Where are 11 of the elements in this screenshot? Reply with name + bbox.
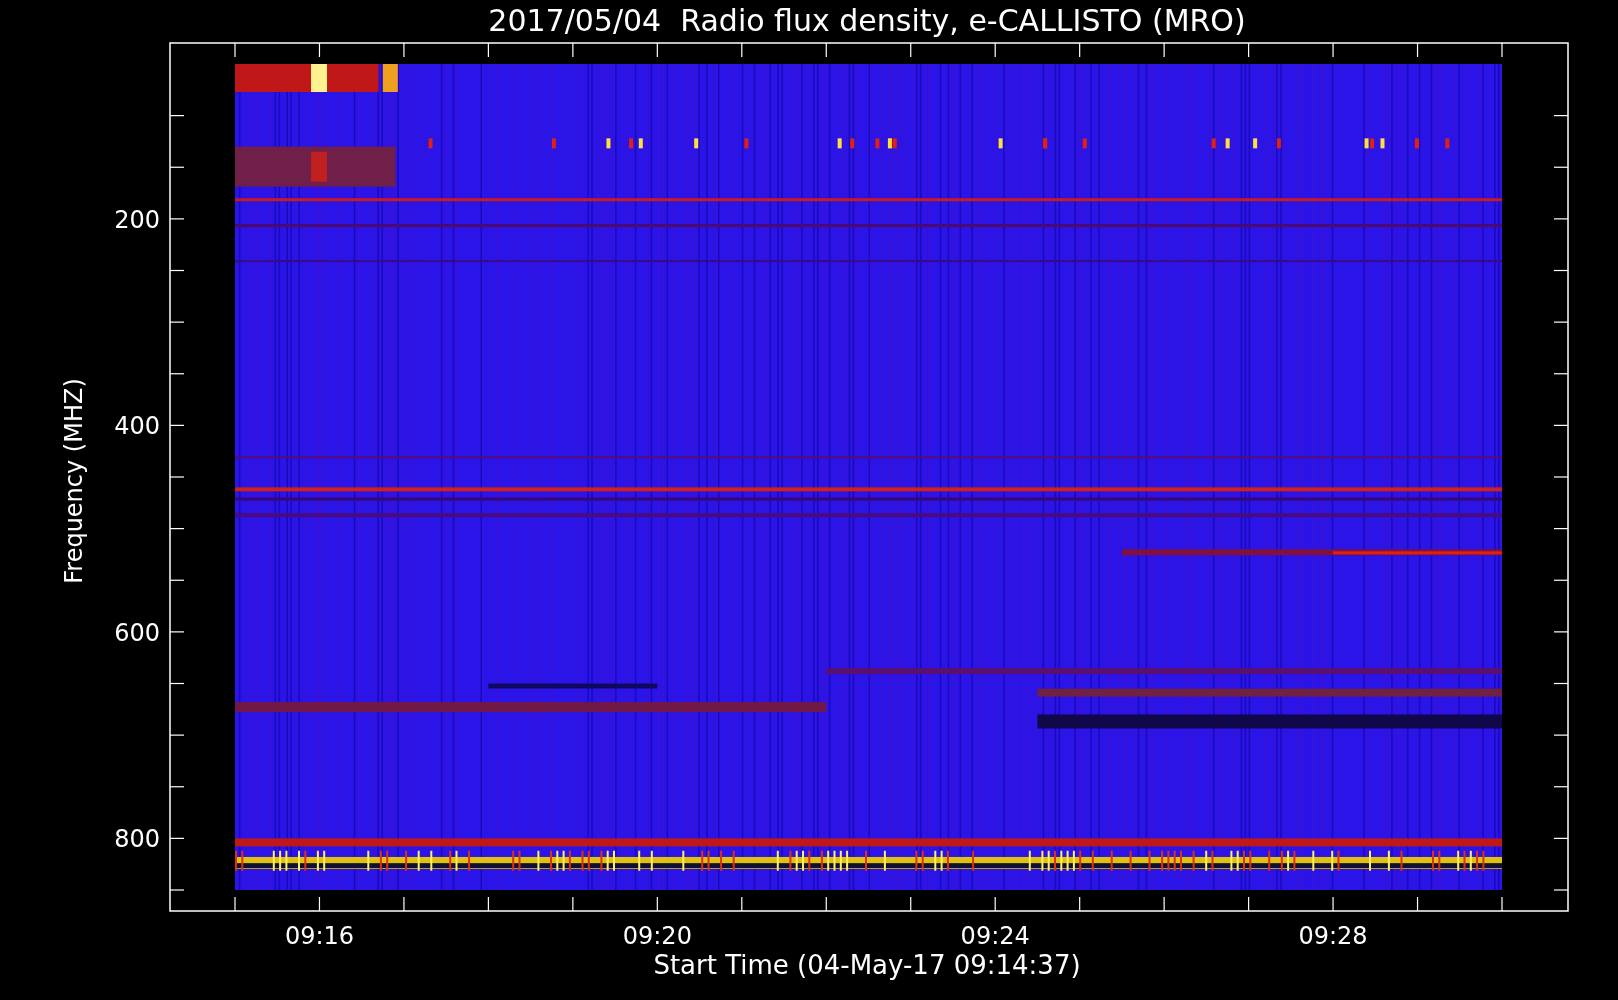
y-tick-label: 200 <box>114 205 160 234</box>
y-tick-label: 400 <box>114 412 160 441</box>
x-tick-label: 09:16 <box>284 922 355 950</box>
x-tick-label: 09:28 <box>1298 922 1368 950</box>
y-tick-label: 800 <box>114 825 160 854</box>
y-tick-label: 600 <box>114 618 160 647</box>
x-axis-label: Start Time (04-May-17 09:14:37) <box>653 950 1081 980</box>
x-tick-label: 09:20 <box>622 922 692 950</box>
y-axis-label: Frequency (MHZ) <box>60 378 88 584</box>
x-tick-label: 09:24 <box>960 922 1030 950</box>
chart-title: 2017/05/04 Radio flux density, e-CALLISTO (MRO) <box>488 3 1246 38</box>
